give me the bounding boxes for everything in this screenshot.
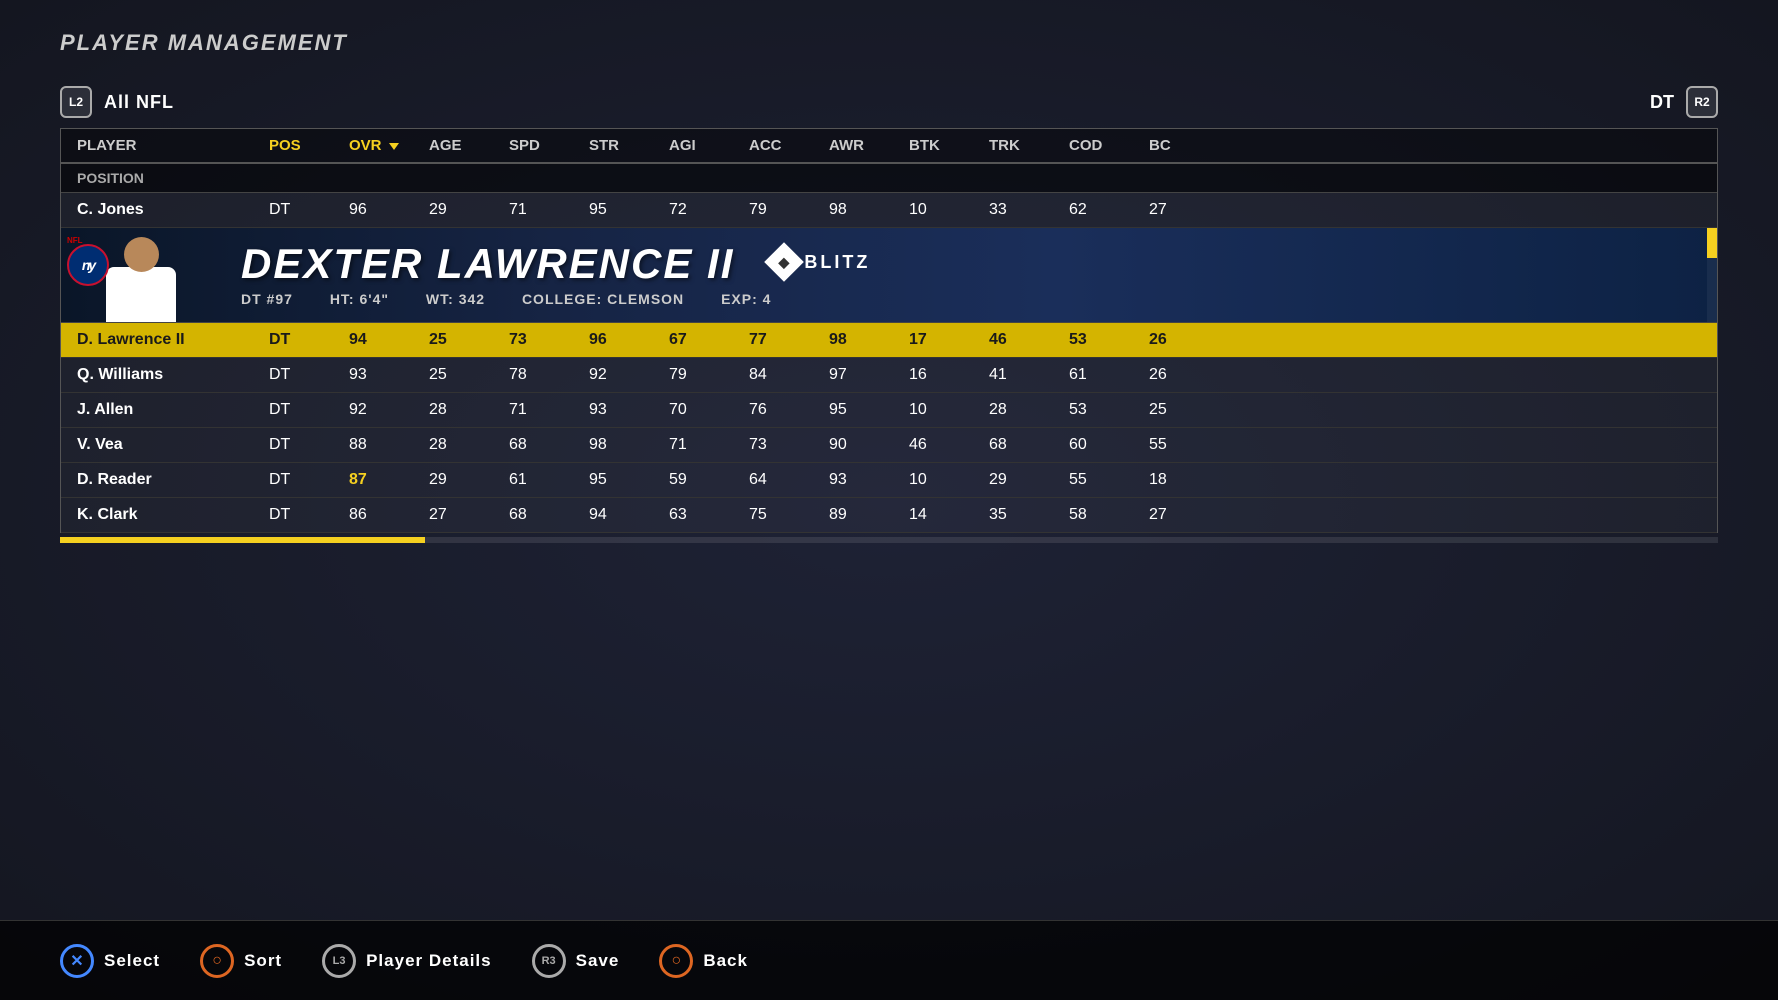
col-player[interactable]: PLAYER: [61, 137, 261, 154]
col-bc[interactable]: BC: [1141, 137, 1221, 154]
player-name: Q. Williams: [61, 366, 261, 384]
col-agi[interactable]: AGI: [661, 137, 741, 154]
col-cod[interactable]: COD: [1061, 137, 1141, 154]
table-row[interactable]: J. Allen DT 92 28 71 93 70 76 95 10 28 5…: [61, 393, 1717, 428]
col-awr[interactable]: AWR: [821, 137, 901, 154]
player-name: C. Jones: [61, 201, 261, 219]
col-pos[interactable]: POS: [261, 137, 341, 154]
l3-button[interactable]: L3: [322, 944, 356, 978]
control-save: R3 Save: [532, 944, 620, 978]
table-row[interactable]: C. Jones DT 96 29 71 95 72 79 98 10 33 6…: [61, 193, 1717, 228]
position-divider: POSITION: [61, 164, 1717, 193]
r2-button[interactable]: R2: [1686, 86, 1718, 118]
selected-player-panel: NFL ny: [61, 228, 1717, 323]
player-details-label: Player Details: [366, 951, 492, 971]
player-image-area: NFL ny: [61, 228, 221, 322]
circle-button-sort[interactable]: ○: [200, 944, 234, 978]
control-back: ○ Back: [659, 944, 748, 978]
page-title: PLAYER MANAGEMENT: [60, 30, 1718, 56]
control-sort: ○ Sort: [200, 944, 282, 978]
player-name: V. Vea: [61, 436, 261, 454]
sort-label: Sort: [244, 951, 282, 971]
player-name: J. Allen: [61, 401, 261, 419]
player-name: K. Clark: [61, 506, 261, 524]
r3-button[interactable]: R3: [532, 944, 566, 978]
back-label: Back: [703, 951, 748, 971]
scroll-progress-bar: [60, 537, 1718, 543]
player-name: D. Reader: [61, 471, 261, 489]
select-label: Select: [104, 951, 160, 971]
col-age[interactable]: AGE: [421, 137, 501, 154]
scroll-progress-fill: [60, 537, 425, 543]
all-nfl-label: All NFL: [104, 92, 174, 113]
team-logo: ny: [67, 244, 109, 286]
col-trk[interactable]: TRK: [981, 137, 1061, 154]
table-row[interactable]: K. Clark DT 86 27 68 94 63 75 89 14 35 5…: [61, 498, 1717, 533]
l2-button[interactable]: L2: [60, 86, 92, 118]
control-select: ✕ Select: [60, 944, 160, 978]
player-info-area: DEXTER LAWRENCE II ◆ BLITZ DT #97: [221, 228, 1717, 322]
blitz-badge: ◆ BLITZ: [770, 248, 870, 276]
col-str[interactable]: STR: [581, 137, 661, 154]
table-row[interactable]: V. Vea DT 88 28 68 98 71 73 90 46 68 60 …: [61, 428, 1717, 463]
table-row[interactable]: D. Reader DT 87 29 61 95 59 64 93 10 29 …: [61, 463, 1717, 498]
col-acc[interactable]: ACC: [741, 137, 821, 154]
player-sub-info: DT #97 HT: 6'4" WT: 342 COLLEGE: CLEMSON…: [241, 291, 1697, 307]
table-row[interactable]: D. Lawrence II DT 94 25 73 96 67 77 98 1…: [61, 323, 1717, 358]
control-player-details: L3 Player Details: [322, 944, 492, 978]
selected-player-name: DEXTER LAWRENCE II: [241, 243, 734, 285]
player-name: D. Lawrence II: [61, 331, 261, 349]
save-label: Save: [576, 951, 620, 971]
nfl-badge: NFL: [67, 236, 83, 245]
table-row[interactable]: Q. Williams DT 93 25 78 92 79 84 97 16 4…: [61, 358, 1717, 393]
col-ovr[interactable]: OVR: [341, 137, 421, 154]
circle-button-back[interactable]: ○: [659, 944, 693, 978]
x-button[interactable]: ✕: [60, 944, 94, 978]
col-btk[interactable]: BTK: [901, 137, 981, 154]
player-silhouette: [106, 232, 176, 322]
column-headers: PLAYER POS OVR AGE SPD STR AGI ACC AWR B…: [61, 129, 1717, 164]
position-filter-label: DT: [1650, 92, 1674, 113]
bottom-controls-bar: ✕ Select ○ Sort L3 Player Details R3 Sav…: [0, 920, 1778, 1000]
col-spd[interactable]: SPD: [501, 137, 581, 154]
